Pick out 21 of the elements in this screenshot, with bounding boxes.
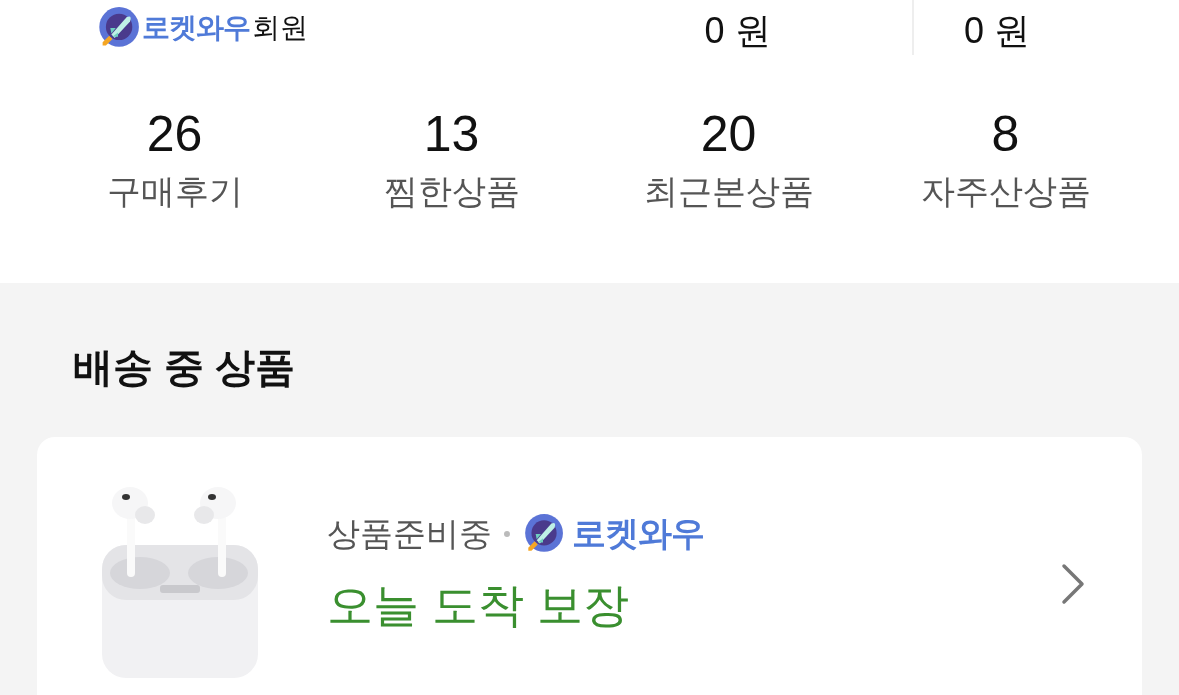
chevron-right-icon[interactable] xyxy=(1060,563,1086,605)
rocket-logo-icon xyxy=(96,6,140,50)
stat-count[interactable]: 26 xyxy=(146,104,203,164)
stat-label[interactable]: 최근본상품 xyxy=(643,164,814,218)
stat-label[interactable]: 찜한상품 xyxy=(383,164,520,218)
membership-label: 회원 xyxy=(252,11,308,45)
rocket-logo-icon xyxy=(522,513,564,555)
stat-label[interactable]: 구매후기 xyxy=(106,164,243,218)
brand-name: 로켓와우 xyxy=(572,513,704,554)
stat-count[interactable]: 20 xyxy=(700,104,757,164)
stat-count[interactable]: 8 xyxy=(991,104,1020,164)
brand-name: 로켓와우 xyxy=(142,11,250,45)
delivery-status: 상품준비중 xyxy=(327,513,492,554)
delivery-promise: 오늘 도착 보장 xyxy=(327,578,630,633)
balance-amount: 0 원 xyxy=(963,8,1031,53)
balance-amount: 0 원 xyxy=(703,8,772,53)
separator-dot xyxy=(504,531,510,537)
stat-count[interactable]: 13 xyxy=(423,104,480,164)
section-title: 배송 중 상품 xyxy=(72,344,297,391)
stat-label[interactable]: 자주산상품 xyxy=(920,164,1091,218)
delivery-card[interactable]: 상품준비중 로켓와우 오늘 도착 보장 xyxy=(37,437,1142,695)
